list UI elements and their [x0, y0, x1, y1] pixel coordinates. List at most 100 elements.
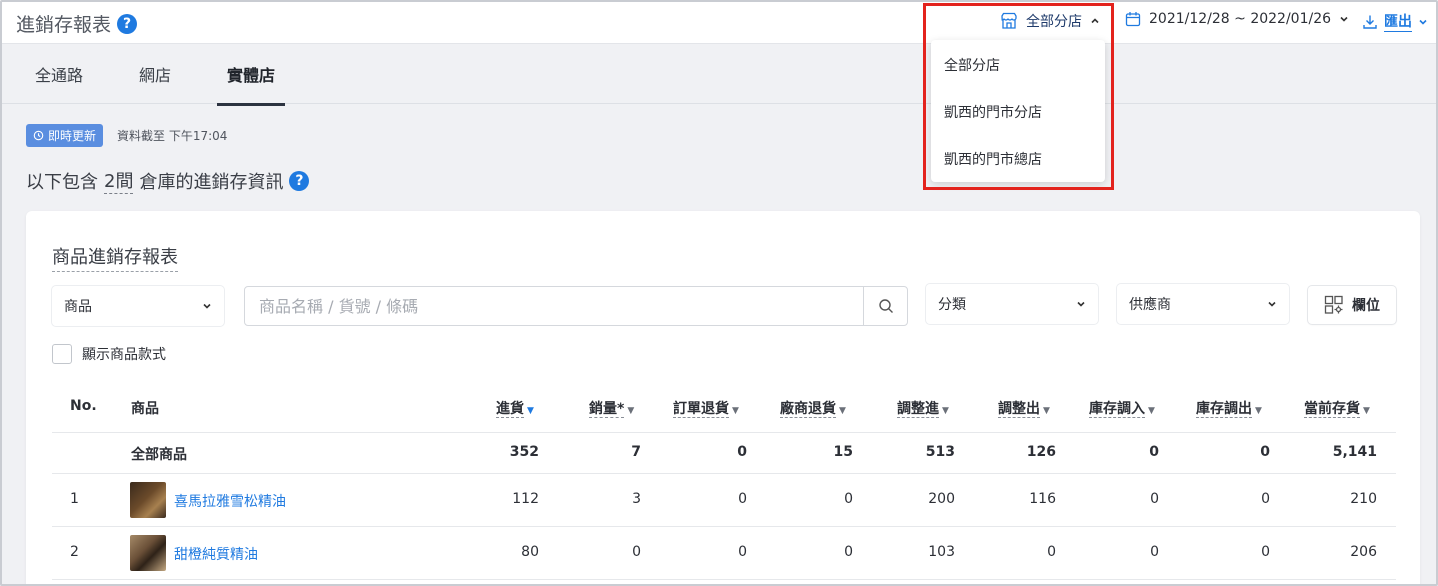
cell-purchase: 80 [521, 544, 539, 560]
product-search [244, 286, 908, 326]
store-option-all[interactable]: 全部分店 [944, 55, 1000, 75]
sort-arrow-icon: ▼ [942, 406, 949, 416]
col-header-no: No. [70, 398, 97, 414]
cell-transfer-in: 0 [1150, 491, 1159, 507]
table-divider [52, 432, 1396, 433]
download-icon [1363, 15, 1377, 29]
summary-suffix: 倉庫的進銷存資訊 [139, 171, 284, 193]
cell-transfer-out: 0 [1261, 491, 1270, 507]
chevron-down-icon [1077, 301, 1085, 307]
cell-transfer-in: 0 [1150, 544, 1159, 560]
realtime-update-label: 即時更新 [48, 129, 97, 143]
filter-type-select[interactable]: 商品 [52, 286, 224, 326]
col-header-purchase[interactable]: 進貨 ▼ [496, 398, 534, 418]
row-number: 1 [70, 491, 79, 507]
col-header-purchase-label: 進貨 [496, 401, 524, 418]
col-header-adjust-in[interactable]: 調整進 ▼ [897, 398, 949, 418]
sort-arrow-icon: ▼ [527, 406, 534, 416]
cell-vendor-return: 0 [844, 491, 853, 507]
report-card: 商品進銷存報表 商品 分類 供應商 欄位 顯示商品款式 [26, 211, 1420, 586]
chevron-down-icon [1340, 16, 1348, 22]
page-title-text: 進銷存報表 [16, 14, 112, 36]
tab-all-channels[interactable]: 全通路 [35, 62, 83, 104]
col-header-current-stock[interactable]: 當前存貨 ▼ [1304, 398, 1370, 418]
col-header-adjust-out-label: 調整出 [998, 401, 1040, 418]
cell-purchase: 112 [512, 491, 539, 507]
search-button[interactable] [863, 287, 907, 325]
col-header-vendor-return-label: 廠商退貨 [780, 401, 836, 418]
product-thumbnail [130, 535, 166, 571]
show-variants-option[interactable]: 顯示商品款式 [52, 344, 166, 364]
warehouse-count[interactable]: 2間 [104, 167, 134, 194]
columns-button[interactable]: 欄位 [1308, 286, 1396, 324]
cell-current-stock: 210 [1350, 491, 1377, 507]
product-link[interactable]: 喜馬拉雅雪松精油 [174, 491, 286, 511]
table-divider [52, 473, 1396, 474]
sort-arrow-icon: ▼ [1363, 406, 1370, 416]
filter-type-value: 商品 [64, 299, 92, 315]
sort-arrow-icon: ▼ [1043, 406, 1050, 416]
col-header-sales[interactable]: 銷量* ▼ [589, 398, 634, 418]
cell-current-stock: 206 [1350, 544, 1377, 560]
table-divider [52, 579, 1396, 580]
top-bar: 進銷存報表 ? 全部分店 2021/12/28 ~ 2022/01/26 匯出 [0, 0, 1438, 44]
store-option-branch[interactable]: 凱西的門市分店 [944, 102, 1042, 122]
help-icon[interactable]: ? [117, 13, 138, 34]
product-link[interactable]: 甜橙純質精油 [174, 544, 258, 564]
page-title: 進銷存報表 ? [16, 10, 138, 37]
help-icon[interactable]: ? [289, 170, 310, 191]
cell-adjust-in: 103 [928, 544, 955, 560]
col-header-transfer-out[interactable]: 庫存調出 ▼ [1196, 398, 1262, 418]
cell-adjust-out: 116 [1029, 491, 1056, 507]
search-input[interactable] [245, 287, 863, 325]
row-number: 2 [70, 544, 79, 560]
show-variants-checkbox[interactable] [52, 344, 72, 364]
total-adjust-out: 126 [1026, 444, 1056, 460]
col-header-transfer-in[interactable]: 庫存調入 ▼ [1089, 398, 1155, 418]
show-variants-label: 顯示商品款式 [82, 347, 166, 363]
sort-arrow-icon: ▼ [732, 406, 739, 416]
supplier-select[interactable]: 供應商 [1117, 284, 1289, 324]
cell-order-return: 0 [738, 544, 747, 560]
summary-prefix: 以下包含 [26, 171, 98, 193]
columns-settings-icon [1324, 295, 1343, 314]
chevron-up-icon [1091, 18, 1099, 24]
history-icon [33, 130, 44, 141]
col-header-vendor-return[interactable]: 廠商退貨 ▼ [780, 398, 846, 418]
sort-arrow-icon: ▼ [839, 406, 846, 416]
total-sales: 7 [631, 444, 641, 460]
chevron-down-icon [1268, 301, 1276, 307]
cell-sales: 3 [632, 491, 641, 507]
cell-transfer-out: 0 [1261, 544, 1270, 560]
col-header-order-return[interactable]: 訂單退貨 ▼ [673, 398, 739, 418]
col-header-transfer-out-label: 庫存調出 [1196, 401, 1252, 418]
report-title: 商品進銷存報表 [52, 243, 178, 272]
total-purchase: 352 [509, 444, 539, 460]
total-transfer-in: 0 [1149, 444, 1159, 460]
store-selector[interactable]: 全部分店 [1000, 11, 1100, 31]
export-label: 匯出 [1384, 11, 1412, 32]
total-order-return: 0 [737, 444, 747, 460]
col-header-product: 商品 [131, 401, 159, 417]
store-icon [1001, 12, 1017, 29]
date-range-picker[interactable]: 2021/12/28 ~ 2022/01/26 [1125, 11, 1349, 27]
col-header-adjust-in-label: 調整進 [897, 401, 939, 418]
category-select[interactable]: 分類 [926, 284, 1098, 324]
cell-vendor-return: 0 [844, 544, 853, 560]
total-adjust-in: 513 [925, 444, 955, 460]
store-option-headquarters[interactable]: 凱西的門市總店 [944, 149, 1042, 169]
store-selector-label: 全部分店 [1026, 14, 1082, 30]
sort-arrow-icon: ▼ [627, 406, 635, 416]
warehouse-summary: 以下包含 2間 倉庫的進銷存資訊 ? [26, 167, 310, 194]
tab-physical-store[interactable]: 實體店 [217, 62, 286, 106]
store-dropdown-menu: 全部分店 凱西的門市分店 凱西的門市總店 [931, 40, 1105, 182]
col-header-current-stock-label: 當前存貨 [1304, 401, 1360, 418]
realtime-update-badge[interactable]: 即時更新 [26, 124, 104, 147]
export-button[interactable]: 匯出 [1362, 11, 1428, 32]
sort-arrow-icon: ▼ [1148, 406, 1155, 416]
cell-adjust-in: 200 [928, 491, 955, 507]
date-range-text: 2021/12/28 ~ 2022/01/26 [1149, 11, 1332, 27]
tab-online-store[interactable]: 網店 [139, 62, 171, 104]
calendar-icon [1125, 12, 1141, 27]
col-header-adjust-out[interactable]: 調整出 ▼ [998, 398, 1050, 418]
